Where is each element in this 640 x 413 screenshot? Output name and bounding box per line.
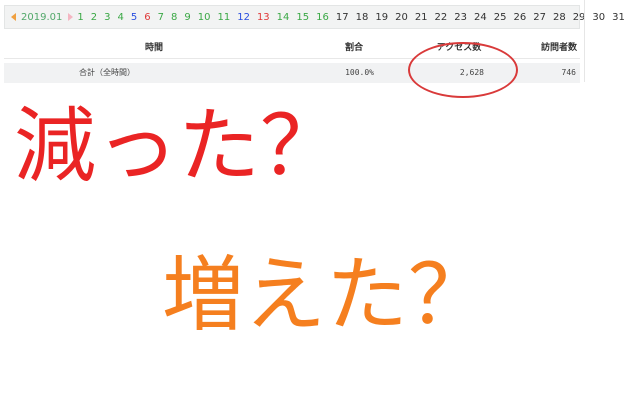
day-link[interactable]: 6 — [144, 12, 150, 23]
row-access: 2,628 — [459, 68, 484, 77]
day-link[interactable]: 13 — [257, 12, 270, 23]
day-link[interactable]: 24 — [474, 12, 487, 23]
header-time[interactable]: 時間 — [114, 38, 194, 58]
table-row: 合計（全時間） 100.0% 2,628 746 — [4, 63, 580, 83]
header-visitors[interactable]: 訪問者数 — [534, 38, 584, 58]
day-link[interactable]: 16 — [316, 12, 329, 23]
prev-month-arrow-icon[interactable] — [11, 13, 16, 21]
table-right-border — [584, 0, 585, 82]
row-ratio: 100.0% — [345, 68, 374, 77]
day-link[interactable]: 30 — [592, 12, 605, 23]
day-link[interactable]: 5 — [131, 12, 137, 23]
day-link[interactable]: 8 — [171, 12, 177, 23]
header-access[interactable]: アクセス数 — [424, 38, 494, 58]
day-link[interactable]: 22 — [435, 12, 448, 23]
day-link[interactable]: 19 — [375, 12, 388, 23]
day-link[interactable]: 9 — [184, 12, 190, 23]
day-link[interactable]: 4 — [117, 12, 123, 23]
table-header-row: 時間 割合 アクセス数 訪問者数 — [4, 38, 580, 59]
date-navigation-bar: 2019.01 1 2 3 4 5 6 7 8 9 10 11 12 13 14 15 16 17 18 19 20 2… — [4, 5, 625, 29]
decreased-question-text: 減った？ — [14, 99, 343, 194]
day-link[interactable]: 21 — [415, 12, 428, 23]
day-link[interactable]: 31 — [612, 12, 625, 23]
day-link[interactable]: 11 — [217, 12, 230, 23]
day-link[interactable]: 12 — [237, 12, 250, 23]
day-link[interactable]: 20 — [395, 12, 408, 23]
day-link[interactable]: 17 — [336, 12, 349, 23]
month-label[interactable]: 2019.01 — [21, 12, 62, 23]
day-link[interactable]: 15 — [296, 12, 309, 23]
day-link[interactable]: 23 — [454, 12, 467, 23]
stats-table: 時間 割合 アクセス数 訪問者数 合計（全時間） 100.0% 2,628 74… — [4, 38, 580, 83]
day-link[interactable]: 14 — [277, 12, 290, 23]
day-link[interactable]: 26 — [513, 12, 526, 23]
row-time: 合計（全時間） — [79, 68, 135, 77]
header-ratio[interactable]: 割合 — [334, 38, 374, 58]
day-link[interactable]: 27 — [533, 12, 546, 23]
day-link[interactable]: 10 — [198, 12, 211, 23]
day-link[interactable]: 18 — [356, 12, 369, 23]
day-link[interactable]: 2 — [91, 12, 97, 23]
day-link[interactable]: 7 — [158, 12, 164, 23]
day-link[interactable]: 25 — [494, 12, 507, 23]
increased-question-text: 増えた？ — [162, 248, 491, 343]
row-visitors: 746 — [561, 68, 576, 77]
day-list: 1 2 3 4 5 6 7 8 9 10 11 12 13 14 15 16 17 18 19 20 21 22 23 24 2… — [77, 12, 632, 23]
day-link[interactable]: 28 — [553, 12, 566, 23]
day-link[interactable]: 1 — [77, 12, 83, 23]
day-link[interactable]: 3 — [104, 12, 110, 23]
next-month-arrow-icon[interactable] — [68, 13, 74, 21]
